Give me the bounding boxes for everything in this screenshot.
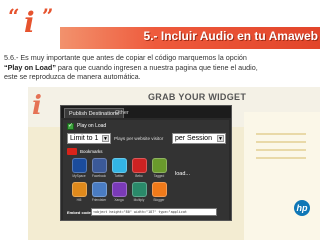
service-icon-grid: MySpace Facebook Twitter Bebo Tagged Hi5 Frien…: [69, 158, 169, 206]
embed-code-row: Embed code <object height="80" width="18…: [67, 208, 227, 217]
chevron-down-icon: ▼: [217, 135, 224, 142]
plays-per-visitor-text: Plays per website visitor: [114, 136, 164, 141]
service-label: Xanga: [114, 198, 124, 202]
loading-text: load...: [175, 171, 190, 177]
quote-open-glyph: “: [8, 4, 20, 28]
service-label: Bebo: [135, 174, 143, 178]
play-on-load-checkbox[interactable]: [67, 122, 74, 130]
slide-title: 5.- Incluir Audio en tu Amaweb: [143, 29, 318, 43]
logo: “ i ”: [8, 6, 60, 49]
chevron-down-icon: ▼: [102, 135, 109, 142]
session-select-value: per Session: [175, 135, 212, 142]
service-multiply-icon[interactable]: [132, 182, 147, 197]
play-on-load-emphasis: “Play on Load”: [4, 62, 56, 72]
background-right-block: [244, 112, 320, 240]
service-label: Twitter: [114, 174, 124, 178]
paragraph-line-1: 5.6.- Es muy importante que antes de cop…: [4, 53, 247, 62]
service-xanga-icon[interactable]: [112, 182, 127, 197]
embed-code-input[interactable]: <object height="80" width="187" type="ap…: [91, 208, 217, 216]
paragraph-line-2: “Play on Load” para que cuando ingresen …: [4, 63, 318, 73]
logo-letter: i: [24, 6, 35, 39]
service-tagged-icon[interactable]: [152, 158, 167, 173]
limit-row: Limit to 1 ▼ Plays per website visitor p…: [67, 133, 227, 145]
service-friendster-icon[interactable]: [92, 182, 107, 197]
service-twitter-icon[interactable]: [112, 158, 127, 173]
service-label: Blogger: [153, 198, 165, 202]
hp-logo: hp: [294, 200, 310, 216]
session-select[interactable]: per Session ▼: [172, 133, 226, 144]
embed-code-label: Embed code: [67, 210, 91, 215]
service-label: Friendster: [91, 198, 107, 202]
service-label: Tagged: [153, 174, 165, 178]
service-label: MySpace: [72, 174, 86, 178]
service-bebo-icon[interactable]: [132, 158, 147, 173]
widget-title: GRAB YOUR WIDGET: [148, 92, 247, 102]
service-facebook-icon[interactable]: [92, 158, 107, 173]
widget-tabs: Publish Destinations Other: [61, 106, 231, 118]
service-label: Hi5: [76, 198, 82, 202]
service-label: Multiply: [133, 198, 145, 202]
service-hi5-icon[interactable]: [72, 182, 87, 197]
widget-panel: Publish Destinations Other Play on Load …: [60, 105, 232, 221]
background-logo: i: [32, 91, 42, 121]
bookmarks-label: Bookmarks: [80, 149, 103, 154]
paragraph-line-2-rest: para que cuando ingresen a nuestra pagin…: [55, 62, 258, 72]
tab-other[interactable]: Other: [111, 108, 133, 118]
widget-body: Play on Load Limit to 1 ▼ Plays per webs…: [63, 120, 229, 220]
paragraph-line-3: este se reproduzca de manera automática.: [4, 72, 141, 82]
service-blogger-icon[interactable]: [152, 182, 167, 197]
limit-select[interactable]: Limit to 1 ▼: [67, 133, 111, 144]
embedded-screenshot: i hp GRAB YOUR WIDGET Publish Destinatio…: [28, 87, 320, 240]
quote-close-glyph: ”: [42, 4, 54, 28]
limit-select-value: Limit to 1: [70, 135, 99, 142]
play-on-load-label: Play on Load: [77, 123, 107, 129]
service-myspace-icon[interactable]: [72, 158, 87, 173]
background-scribble: [256, 133, 306, 135]
instruction-paragraph: 5.6.- Es muy importante que antes de cop…: [4, 53, 318, 82]
bookmarks-button[interactable]: [67, 148, 77, 155]
service-label: Facebook: [92, 174, 106, 178]
